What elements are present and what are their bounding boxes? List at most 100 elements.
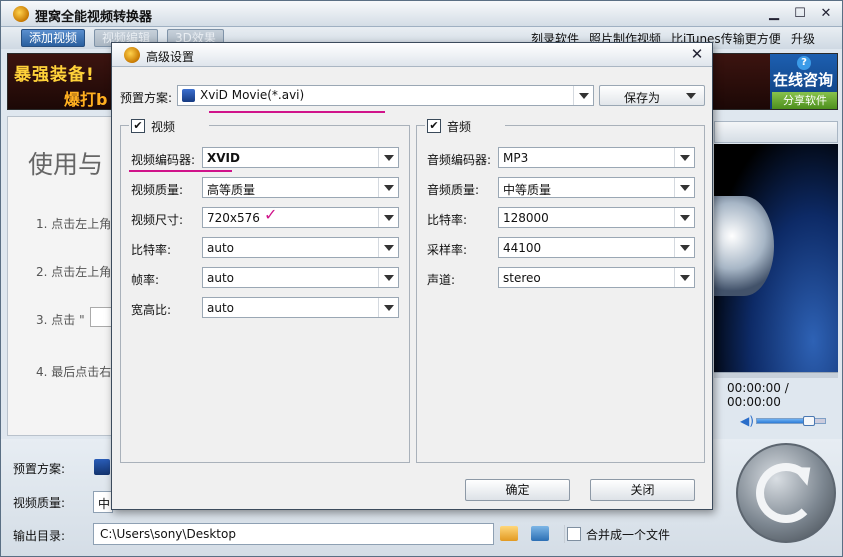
channels-select[interactable]: stereo [498,267,695,288]
minimize-icon[interactable]: ▁ [763,5,785,23]
sample-rate-select[interactable]: 44100 [498,237,695,258]
channels-label: 声道: [427,273,456,287]
video-size-label: 视频尺寸: [131,213,184,227]
annotation-underline [129,170,232,172]
audio-quality-label: 音频质量: [427,183,480,197]
video-size-value: 720x576 [207,211,260,225]
step-1: 1. 点击左上角 [36,217,112,231]
video-quality-label: 视频质量: [131,183,184,197]
framerate-label: 帧率: [131,273,160,287]
save-as-button[interactable]: 保存为 [599,85,705,106]
banner-headline: 暴强装备! [14,65,95,85]
dialog-close-icon[interactable]: ✕ [686,45,708,63]
audio-group-title: 音频 [447,120,472,134]
step-4: 4. 最后点击右 [36,365,112,379]
preset-label: 预置方案: [120,91,173,105]
open-folder-icon[interactable] [500,526,518,541]
link-upgrade[interactable]: 升级 [791,30,815,47]
audio-codec-label: 音频编码器: [427,153,492,167]
convert-button[interactable] [736,443,836,543]
close-icon[interactable]: ✕ [815,5,837,23]
merge-checkbox[interactable] [567,527,581,541]
audio-enable-checkbox[interactable]: ✔ [427,119,441,133]
channels-value: stereo [503,271,541,285]
output-label: 输出目录: [13,529,66,543]
main-title: 狸窝全能视频转换器 [35,10,153,25]
chevron-down-icon[interactable] [378,208,398,227]
ok-button[interactable]: 确定 [465,479,570,501]
framerate-value: auto [207,271,235,285]
online-consult-label: 在线咨询 [773,71,834,89]
chevron-down-icon[interactable] [378,178,398,197]
preset-select[interactable]: XviD Movie(*.avi) [177,85,594,106]
webcam-image [714,196,774,296]
volume-slider[interactable] [756,416,826,426]
volume-knob[interactable] [802,416,815,426]
sample-rate-value: 44100 [503,241,542,255]
volume-icon[interactable]: ◀) [740,414,754,428]
video-enable-checkbox[interactable]: ✔ [131,119,145,133]
annotation-underline [209,111,385,113]
maximize-icon[interactable]: ☐ [789,5,811,23]
video-quality-value: 高等质量 [207,183,256,197]
seek-bar[interactable] [714,372,838,378]
chevron-down-icon[interactable] [378,148,398,167]
audio-bitrate-label: 比特率: [427,213,468,227]
dialog-title: 高级设置 [146,50,195,64]
chevron-down-icon[interactable] [674,268,694,287]
chevron-down-icon[interactable] [674,238,694,257]
audio-bitrate-select[interactable]: 128000 [498,207,695,228]
add-video-button[interactable]: 添加视频 [21,29,86,47]
preview-panel: 00:00:00 / 00:00:00 ◀) [714,116,838,436]
audio-quality-select[interactable]: 中等质量 [498,177,695,198]
framerate-select[interactable]: auto [202,267,399,288]
video-group-header: ✔ 视频 [129,118,209,134]
video-group-title: 视频 [151,120,176,134]
preset-label: 预置方案: [13,462,66,476]
chevron-down-icon[interactable] [674,148,694,167]
browse-folder-icon[interactable] [531,526,549,541]
save-as-label: 保存为 [624,91,661,105]
step-2: 2. 点击左上角 [36,265,112,279]
video-codec-select[interactable]: XVID [202,147,399,168]
video-bitrate-select[interactable]: auto [202,237,399,258]
video-size-select[interactable]: 720x576 [202,207,399,228]
sample-rate-label: 采样率: [427,243,468,257]
audio-codec-value: MP3 [503,151,529,165]
output-path-value: C:\Users\sony\Desktop [100,527,236,541]
audio-codec-select[interactable]: MP3 [498,147,695,168]
time-display: 00:00:00 / 00:00:00 [727,381,789,409]
help-icon: ? [797,56,811,70]
video-codec-label: 视频编码器: [131,153,196,167]
chevron-down-icon[interactable] [674,178,694,197]
audio-group-header: ✔ 音频 [425,118,505,134]
chevron-down-icon[interactable] [573,86,593,105]
merge-label: 合并成一个文件 [586,528,671,542]
preset-format-icon[interactable] [94,459,110,475]
chevron-down-icon[interactable] [378,268,398,287]
aspect-ratio-value: auto [207,301,235,315]
video-bitrate-value: auto [207,241,235,255]
chevron-down-icon[interactable] [674,208,694,227]
annotation-check-mark: ✓ [264,205,278,224]
quality-select[interactable]: 中 [93,491,113,513]
video-bitrate-label: 比特率: [131,243,172,257]
audio-bitrate-value: 128000 [503,211,549,225]
aspect-ratio-select[interactable]: auto [202,297,399,318]
welcome-heading: 使用与 [28,150,104,179]
audio-quality-value: 中等质量 [503,183,552,197]
share-software-button[interactable]: 分享软件 [772,92,837,109]
consult-panel[interactable]: ? 在线咨询 分享软件 [770,54,837,109]
aspect-ratio-label: 宽高比: [131,303,172,317]
quality-label: 视频质量: [13,496,66,510]
video-codec-value: XVID [207,151,240,165]
close-button[interactable]: 关闭 [590,479,695,501]
main-titlebar: 狸窝全能视频转换器 ▁ ☐ ✕ [1,1,842,27]
xvid-format-icon [182,89,195,102]
video-quality-select[interactable]: 高等质量 [202,177,399,198]
chevron-down-icon[interactable] [686,93,696,99]
output-path-select[interactable]: C:\Users\sony\Desktop [93,523,581,545]
chevron-down-icon[interactable] [378,238,398,257]
preset-value: XviD Movie(*.avi) [200,88,305,102]
chevron-down-icon[interactable] [378,298,398,317]
